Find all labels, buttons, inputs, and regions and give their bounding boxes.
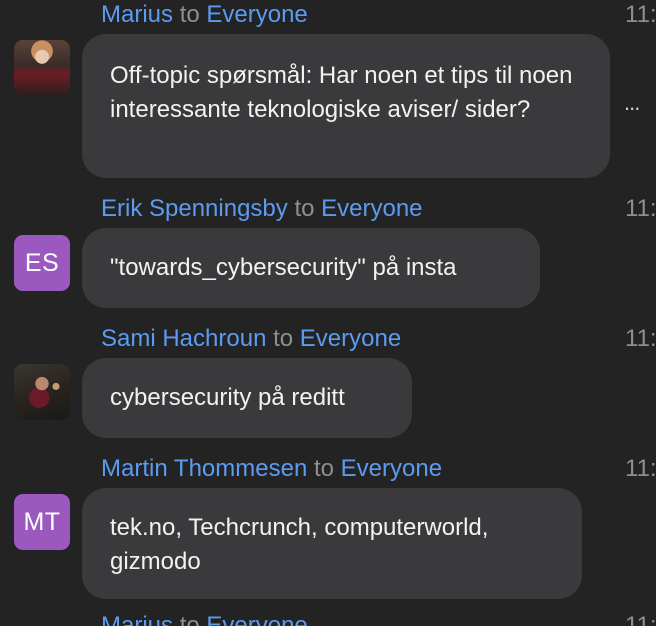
message-text: cybersecurity på reditt	[110, 384, 345, 411]
to-label: to	[179, 1, 200, 28]
recipient-name[interactable]: Everyone	[341, 455, 442, 482]
avatar[interactable]: MT	[14, 494, 70, 550]
message-header: Martin Thommesen to Everyone	[101, 455, 442, 483]
message-text: "towards_cybersecurity" på insta	[110, 254, 457, 281]
message-text: Off-topic spørsmål: Har noen et tips til…	[110, 62, 573, 123]
avatar[interactable]: ES	[14, 235, 70, 291]
message-timestamp: 11:	[625, 455, 656, 482]
to-label: to	[273, 325, 294, 352]
to-label: to	[313, 455, 334, 482]
message-header: Marius to Everyone	[101, 612, 308, 626]
sender-name[interactable]: Marius	[101, 1, 173, 28]
message-timestamp: 11:	[625, 325, 656, 352]
message-timestamp: 11:	[625, 612, 656, 626]
message-timestamp: 11:	[625, 195, 656, 222]
to-label: to	[294, 195, 315, 222]
sender-name[interactable]: Marius	[101, 612, 173, 626]
message-header: Marius to Everyone	[101, 1, 308, 29]
sender-name[interactable]: Erik Spenningsby	[101, 195, 288, 222]
message-text: tek.no, Techcrunch, computerworld, gizmo…	[110, 514, 489, 575]
message-bubble[interactable]: Off-topic spørsmål: Har noen et tips til…	[82, 34, 610, 178]
to-label: to	[179, 612, 200, 626]
recipient-name[interactable]: Everyone	[206, 1, 307, 28]
sender-name[interactable]: Sami Hachroun	[101, 325, 266, 352]
message-header: Sami Hachroun to Everyone	[101, 325, 401, 353]
sender-name[interactable]: Martin Thommesen	[101, 455, 307, 482]
avatar[interactable]	[14, 40, 70, 96]
recipient-name[interactable]: Everyone	[206, 612, 307, 626]
avatar[interactable]	[14, 364, 70, 420]
message-bubble[interactable]: "towards_cybersecurity" på insta	[82, 228, 540, 308]
message-bubble[interactable]: tek.no, Techcrunch, computerworld, gizmo…	[82, 488, 582, 599]
more-options-icon[interactable]: ...	[624, 90, 640, 116]
message-timestamp: 11:	[625, 1, 656, 28]
message-header: Erik Spenningsby to Everyone	[101, 195, 423, 223]
recipient-name[interactable]: Everyone	[321, 195, 422, 222]
recipient-name[interactable]: Everyone	[300, 325, 401, 352]
message-bubble[interactable]: cybersecurity på reditt	[82, 358, 412, 438]
